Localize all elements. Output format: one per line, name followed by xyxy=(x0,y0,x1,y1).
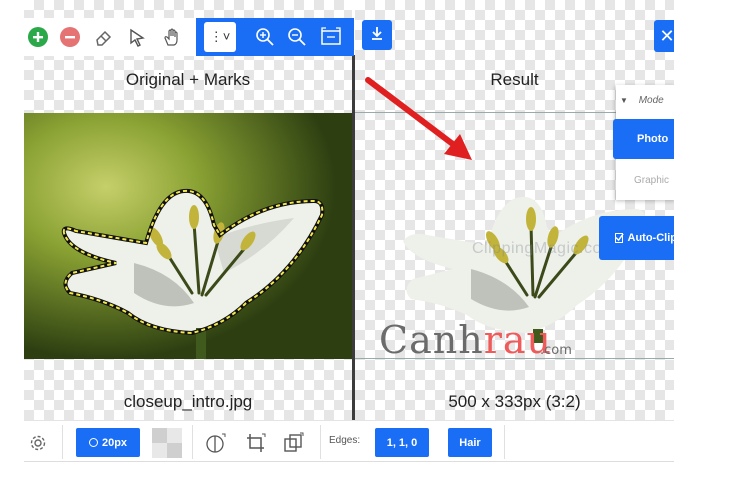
clippingmagic-watermark: ClippingMagic.com xyxy=(472,240,616,257)
download-button[interactable] xyxy=(362,20,392,50)
fit-screen-icon[interactable] xyxy=(320,26,342,48)
layers-icon[interactable] xyxy=(282,431,306,455)
auto-clip-label: Auto-Clip xyxy=(627,232,674,244)
watermark-suffix: .com xyxy=(540,343,572,358)
auto-clip-button[interactable]: Auto-Clip xyxy=(599,216,674,260)
arrow-pointer-icon[interactable] xyxy=(126,26,148,48)
filename-label: closeup_intro.jpg xyxy=(123,392,253,411)
toolbar-separator xyxy=(504,425,505,459)
tool-toolbar xyxy=(24,18,196,56)
checkbox-icon xyxy=(615,233,624,243)
bottom-toolbar: 20px Edges: 1, 1, 0 Hair xyxy=(24,420,674,462)
edges-label: Edges: xyxy=(329,435,361,446)
close-icon: ✕ xyxy=(659,25,674,46)
view-select-dropdown[interactable]: ⋮˅ xyxy=(204,22,236,52)
original-photo[interactable] xyxy=(24,113,352,359)
gear-icon[interactable] xyxy=(26,431,50,455)
view-toolbar: ⋮˅ xyxy=(196,18,354,56)
half-circle-icon[interactable] xyxy=(204,431,228,455)
hair-button[interactable]: Hair xyxy=(448,428,492,457)
hand-icon[interactable] xyxy=(161,26,183,48)
plus-circle-icon[interactable] xyxy=(27,26,49,48)
brush-size-label: 20px xyxy=(101,436,128,449)
caret-down-icon: ▼ xyxy=(620,96,628,105)
checkerboard-icon[interactable] xyxy=(152,428,182,458)
app-window: Original + Marks closeup_intro.jpg Resul… xyxy=(24,0,674,462)
toolbar-separator xyxy=(62,425,63,459)
flower-photo-image xyxy=(24,113,352,359)
toolbar-separator xyxy=(320,425,321,459)
close-button[interactable]: ✕ xyxy=(654,20,674,52)
minus-circle-icon[interactable] xyxy=(59,26,81,48)
download-icon xyxy=(370,26,384,45)
original-pane[interactable]: Original + Marks closeup_intro.jpg xyxy=(24,0,352,420)
brush-size-button[interactable]: 20px xyxy=(76,428,140,457)
zoom-in-icon[interactable] xyxy=(254,26,276,48)
photo-mode-button[interactable]: Photo xyxy=(613,119,674,159)
graphic-mode-button[interactable]: Graphic xyxy=(634,175,669,186)
site-watermark: Canhrau xyxy=(379,318,552,362)
crop-icon[interactable] xyxy=(244,431,268,455)
circle-icon xyxy=(88,438,98,447)
edges-button[interactable]: 1, 1, 0 xyxy=(375,428,429,457)
original-pane-title: Original + Marks xyxy=(125,70,251,89)
eraser-icon[interactable] xyxy=(93,26,115,48)
red-arrow-annotation xyxy=(365,77,472,160)
dimensions-label: 500 x 333px (3:2) xyxy=(448,392,581,411)
watermark-text-a: Canh xyxy=(379,318,484,362)
mode-label[interactable]: ▼ Mode xyxy=(620,95,664,106)
mode-label-text: Mode xyxy=(638,95,664,106)
toolbar-separator xyxy=(192,425,193,459)
zoom-out-icon[interactable] xyxy=(286,26,308,48)
